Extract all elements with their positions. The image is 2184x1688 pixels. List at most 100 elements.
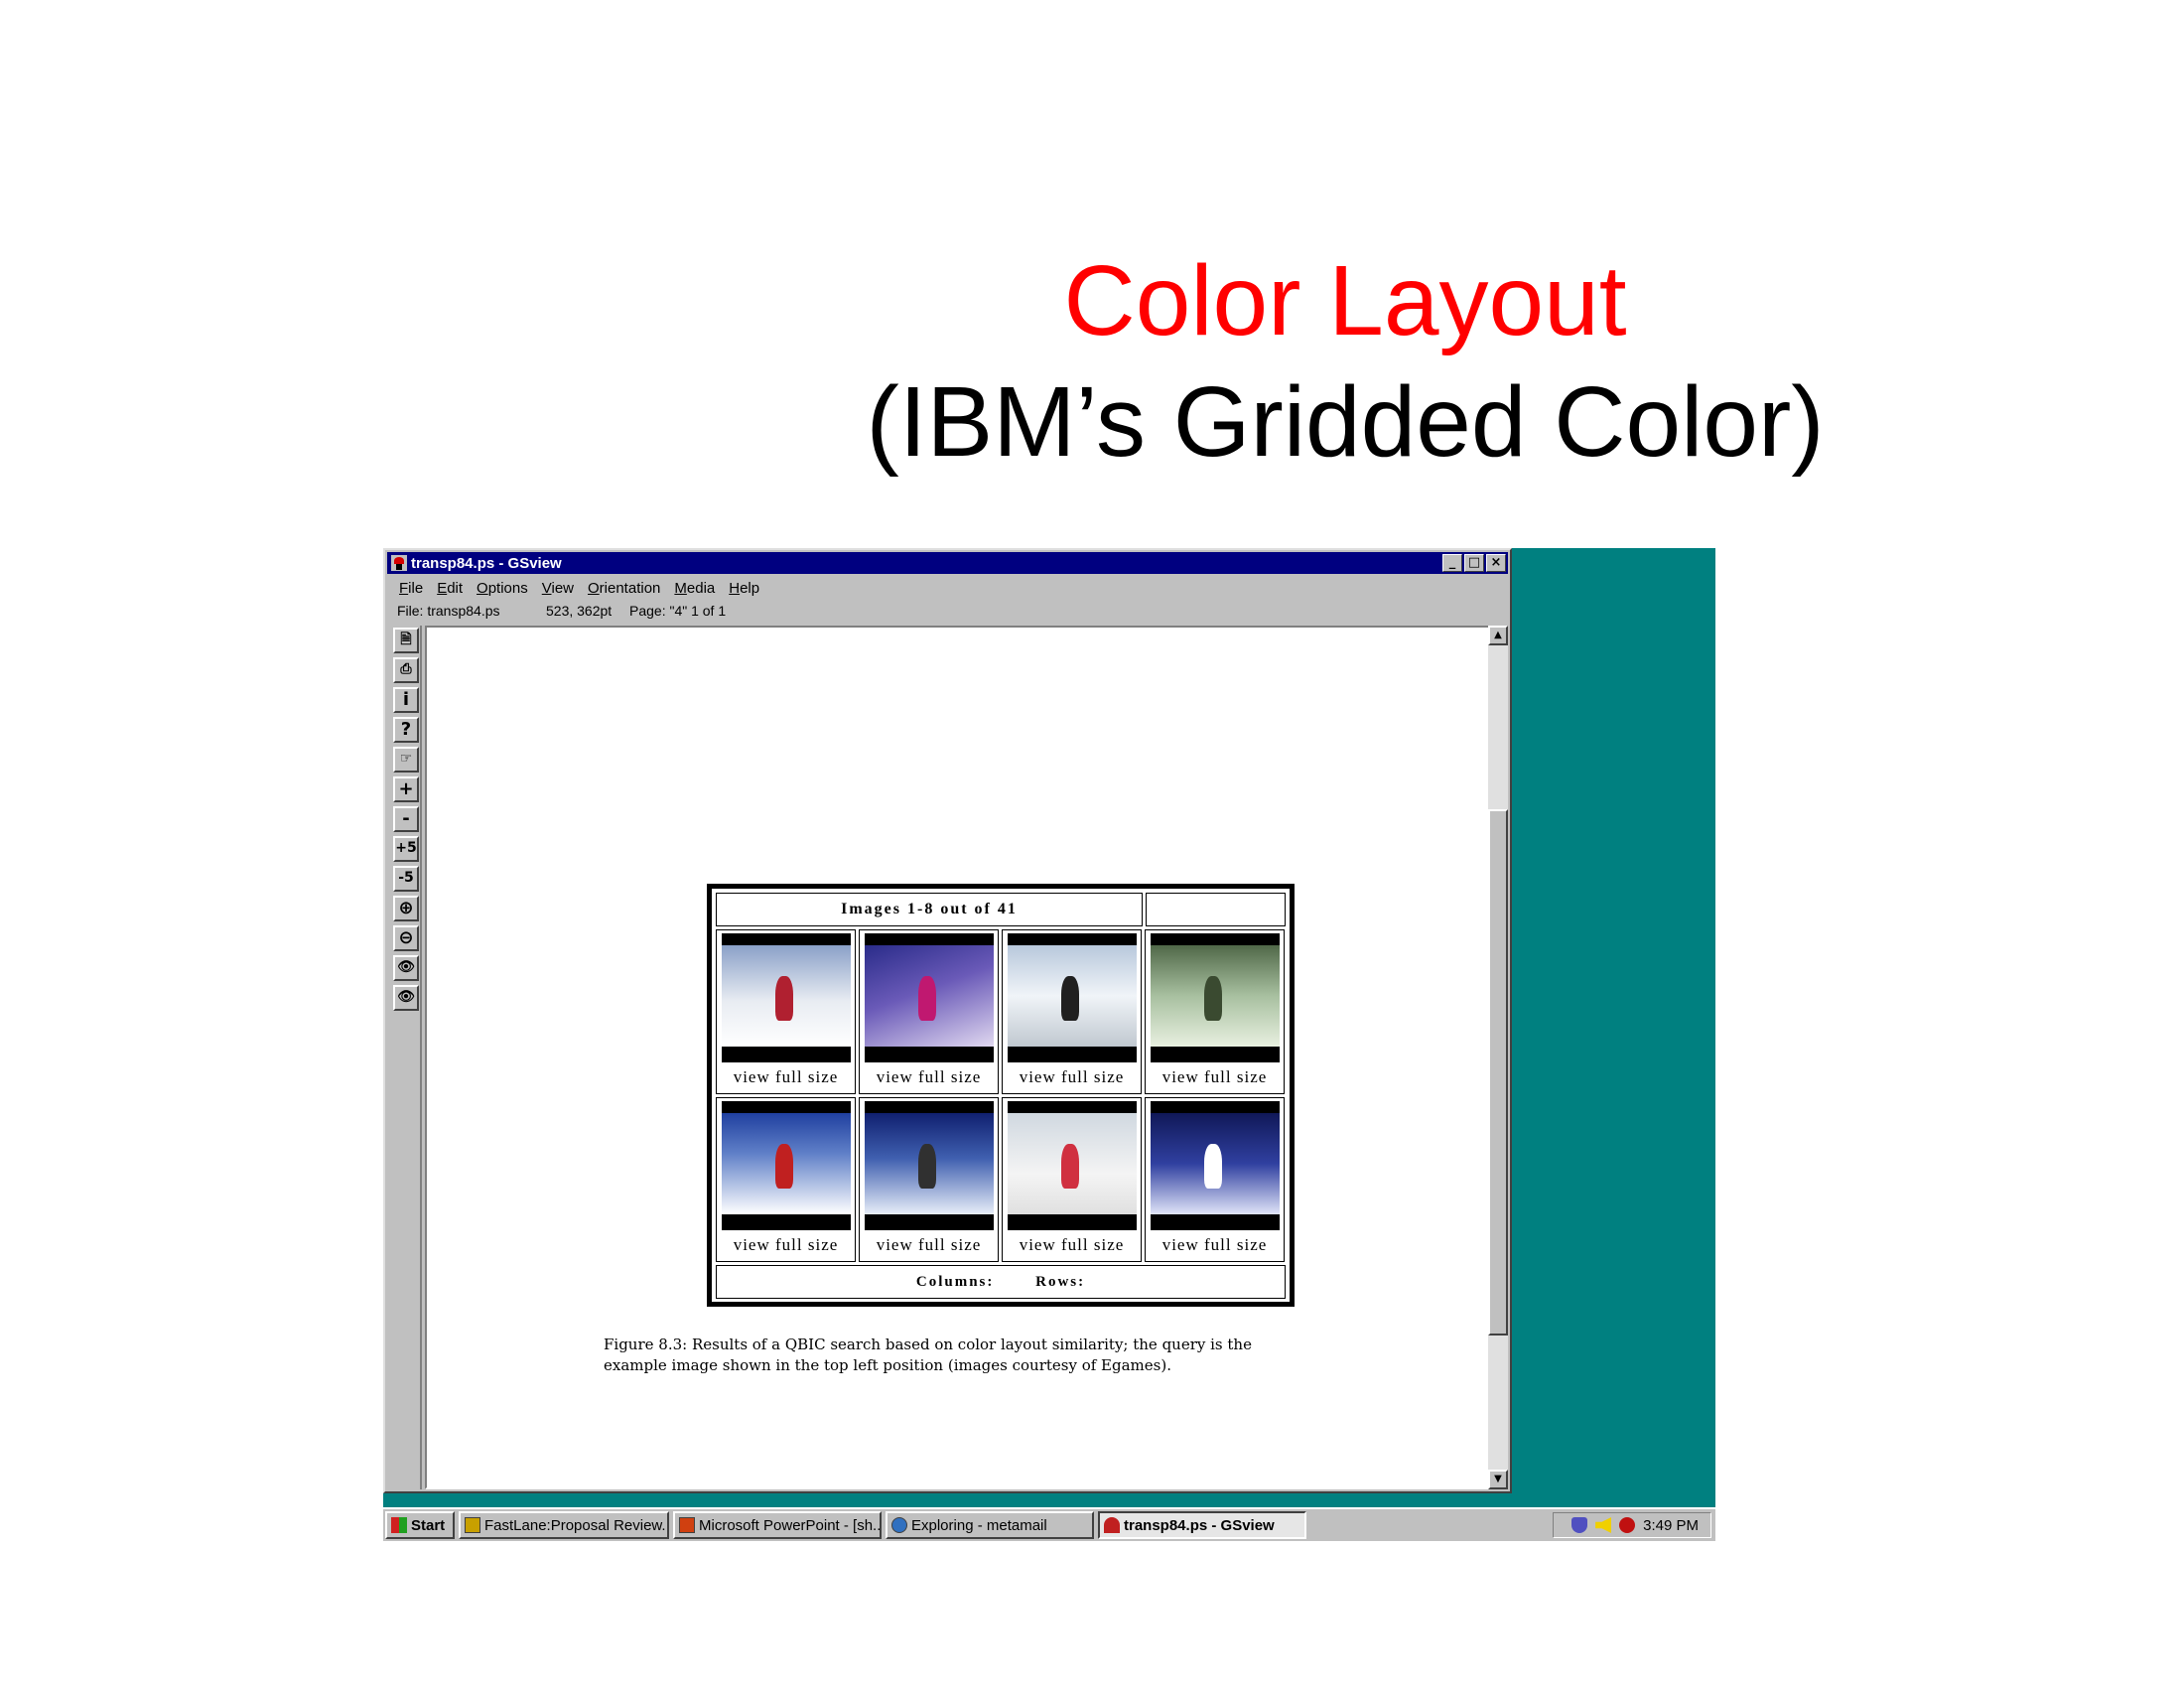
menu-orientation[interactable]: Orientation xyxy=(588,580,660,597)
vertical-scrollbar[interactable]: ▲ ▼ xyxy=(1488,626,1508,1489)
info-icon[interactable]: i xyxy=(393,687,419,713)
menu-file[interactable]: File xyxy=(399,580,423,597)
next-page-icon[interactable]: + xyxy=(393,776,419,802)
thumbnail-subject xyxy=(775,1143,794,1190)
document-view[interactable]: Images 1-8 out of 41 view full size view … xyxy=(425,626,1497,1489)
result-thumbnail-ski-lift[interactable] xyxy=(1007,933,1137,1062)
thumbnail-subject xyxy=(1204,1143,1223,1190)
result-thumbnail-skier-purple-snow[interactable] xyxy=(864,933,994,1062)
thumbnail-grid: view full size view full size view full si… xyxy=(716,929,1286,1262)
view-full-size-link[interactable]: view full size xyxy=(720,1235,852,1255)
taskbar: Start FastLane:Proposal Review... Micros… xyxy=(383,1507,1715,1541)
result-thumbnail-skier-red-pants[interactable] xyxy=(721,933,851,1062)
result-cell: view full size xyxy=(716,1097,856,1262)
gsview-app-icon[interactable] xyxy=(391,555,407,571)
gsview-icon xyxy=(1104,1517,1120,1533)
scroll-up-icon[interactable]: ▲ xyxy=(1488,626,1508,645)
figure-caption: Figure 8.3: Results of a QBIC search bas… xyxy=(604,1335,1318,1376)
scroll-down-icon[interactable]: ▼ xyxy=(1488,1470,1508,1489)
prev-page-icon[interactable]: - xyxy=(393,806,419,832)
result-thumbnail-forest-skier[interactable] xyxy=(1150,933,1280,1062)
thumbnail-image xyxy=(721,1113,851,1214)
qbic-results-table: Images 1-8 out of 41 view full size view … xyxy=(707,884,1295,1307)
system-tray: 3:49 PM xyxy=(1553,1512,1711,1538)
result-cell: view full size xyxy=(1145,1097,1285,1262)
caption-line-2: example image shown in the top left posi… xyxy=(604,1356,1171,1374)
network-icon[interactable] xyxy=(1619,1517,1636,1533)
view-full-size-link[interactable]: view full size xyxy=(863,1067,995,1087)
thumbnail-image xyxy=(1150,1113,1280,1214)
left-toolbar: 🗎 ⎙ i ? ☞ + - +5 -5 ⊕ ⊖ 👁 👁 xyxy=(389,626,422,1489)
result-thumbnail-skier-blue-sky[interactable] xyxy=(721,1101,851,1230)
view-full-size-link[interactable]: view full size xyxy=(863,1235,995,1255)
goto-page-icon[interactable]: ☞ xyxy=(393,747,419,773)
clock: 3:49 PM xyxy=(1643,1516,1699,1534)
task-label: Exploring - metamail xyxy=(911,1516,1047,1534)
status-line: File: transp84.ps 523, 362pt Page: "4" 1… xyxy=(397,601,726,621)
menu-options[interactable]: Options xyxy=(477,580,528,597)
view-full-size-link[interactable]: view full size xyxy=(720,1067,852,1087)
start-label: Start xyxy=(411,1516,446,1534)
result-cell: view full size xyxy=(1145,929,1285,1094)
menu-bar: File Edit Options View Orientation Media… xyxy=(389,577,759,599)
menu-media[interactable]: Media xyxy=(674,580,715,597)
thumbnail-subject xyxy=(1061,1143,1080,1190)
menu-edit[interactable]: Edit xyxy=(437,580,463,597)
zoom-in-icon[interactable]: ⊕ xyxy=(393,896,419,921)
view-full-size-link[interactable]: view full size xyxy=(1006,1067,1138,1087)
view-full-size-link[interactable]: view full size xyxy=(1006,1235,1138,1255)
zoom-out-icon[interactable]: ⊖ xyxy=(393,925,419,951)
help-icon[interactable]: ? xyxy=(393,717,419,743)
result-cell: view full size xyxy=(716,929,856,1094)
result-thumbnail-group-of-skiers[interactable] xyxy=(1007,1101,1137,1230)
window-title: transp84.ps - GSview xyxy=(411,554,562,572)
status-file: File: transp84.ps xyxy=(397,603,500,619)
speaker-icon[interactable] xyxy=(1595,1517,1612,1533)
menu-view[interactable]: View xyxy=(542,580,574,597)
qbic-footer: Columns: Rows: xyxy=(716,1265,1286,1299)
windows-logo-icon xyxy=(391,1517,407,1533)
thumbnail-subject xyxy=(775,975,794,1022)
gsview-window: transp84.ps - GSview _ □ × File Edit Opt… xyxy=(383,548,1512,1493)
result-cell: view full size xyxy=(1002,929,1142,1094)
view-full-size-link[interactable]: view full size xyxy=(1149,1235,1281,1255)
close-button[interactable]: × xyxy=(1486,554,1506,572)
rows-label: Rows: xyxy=(1035,1274,1086,1290)
scroll-thumb[interactable] xyxy=(1488,809,1508,1336)
print-icon[interactable]: ⎙ xyxy=(393,657,419,683)
header-blank-cell xyxy=(1146,893,1286,926)
desktop: transp84.ps - GSview _ □ × File Edit Opt… xyxy=(383,548,1715,1541)
thumbnail-subject xyxy=(918,1143,937,1190)
forward-5-icon[interactable]: +5 xyxy=(393,836,419,862)
thumbnail-image xyxy=(1007,1113,1137,1214)
minimize-button[interactable]: _ xyxy=(1442,554,1462,572)
result-thumbnail-skier-night-trees[interactable] xyxy=(1150,1101,1280,1230)
explorer-icon xyxy=(891,1517,907,1533)
maximize-button[interactable]: □ xyxy=(1464,554,1484,572)
task-label: Microsoft PowerPoint - [sh... xyxy=(699,1516,882,1534)
thumbnail-subject xyxy=(1061,975,1080,1022)
back-5-icon[interactable]: -5 xyxy=(393,866,419,892)
thumbnail-image xyxy=(1150,945,1280,1047)
task-fastlane[interactable]: FastLane:Proposal Review... xyxy=(459,1511,669,1539)
view-full-size-link[interactable]: view full size xyxy=(1149,1067,1281,1087)
fastlane-icon xyxy=(465,1517,480,1533)
thumbnail-image xyxy=(1007,945,1137,1047)
find-next-icon[interactable]: 👁 xyxy=(393,985,419,1011)
shield-icon[interactable] xyxy=(1571,1517,1588,1533)
thumbnail-image xyxy=(721,945,851,1047)
qbic-header: Images 1-8 out of 41 xyxy=(716,893,1286,926)
title-bar[interactable]: transp84.ps - GSview _ □ × xyxy=(387,552,1508,574)
status-coords: 523, 362pt xyxy=(546,603,613,619)
task-powerpoint[interactable]: Microsoft PowerPoint - [sh... xyxy=(673,1511,882,1539)
find-icon[interactable]: 👁 xyxy=(393,955,419,981)
task-explorer[interactable]: Exploring - metamail xyxy=(886,1511,1094,1539)
task-gsview[interactable]: transp84.ps - GSview xyxy=(1098,1511,1306,1539)
result-thumbnail-skier-powder[interactable] xyxy=(864,1101,994,1230)
powerpoint-icon xyxy=(679,1517,695,1533)
start-button[interactable]: Start xyxy=(385,1511,455,1539)
menu-help[interactable]: Help xyxy=(729,580,759,597)
thumbnail-image xyxy=(864,945,994,1047)
results-count: Images 1-8 out of 41 xyxy=(716,893,1143,926)
open-icon[interactable]: 🗎 xyxy=(393,628,419,653)
